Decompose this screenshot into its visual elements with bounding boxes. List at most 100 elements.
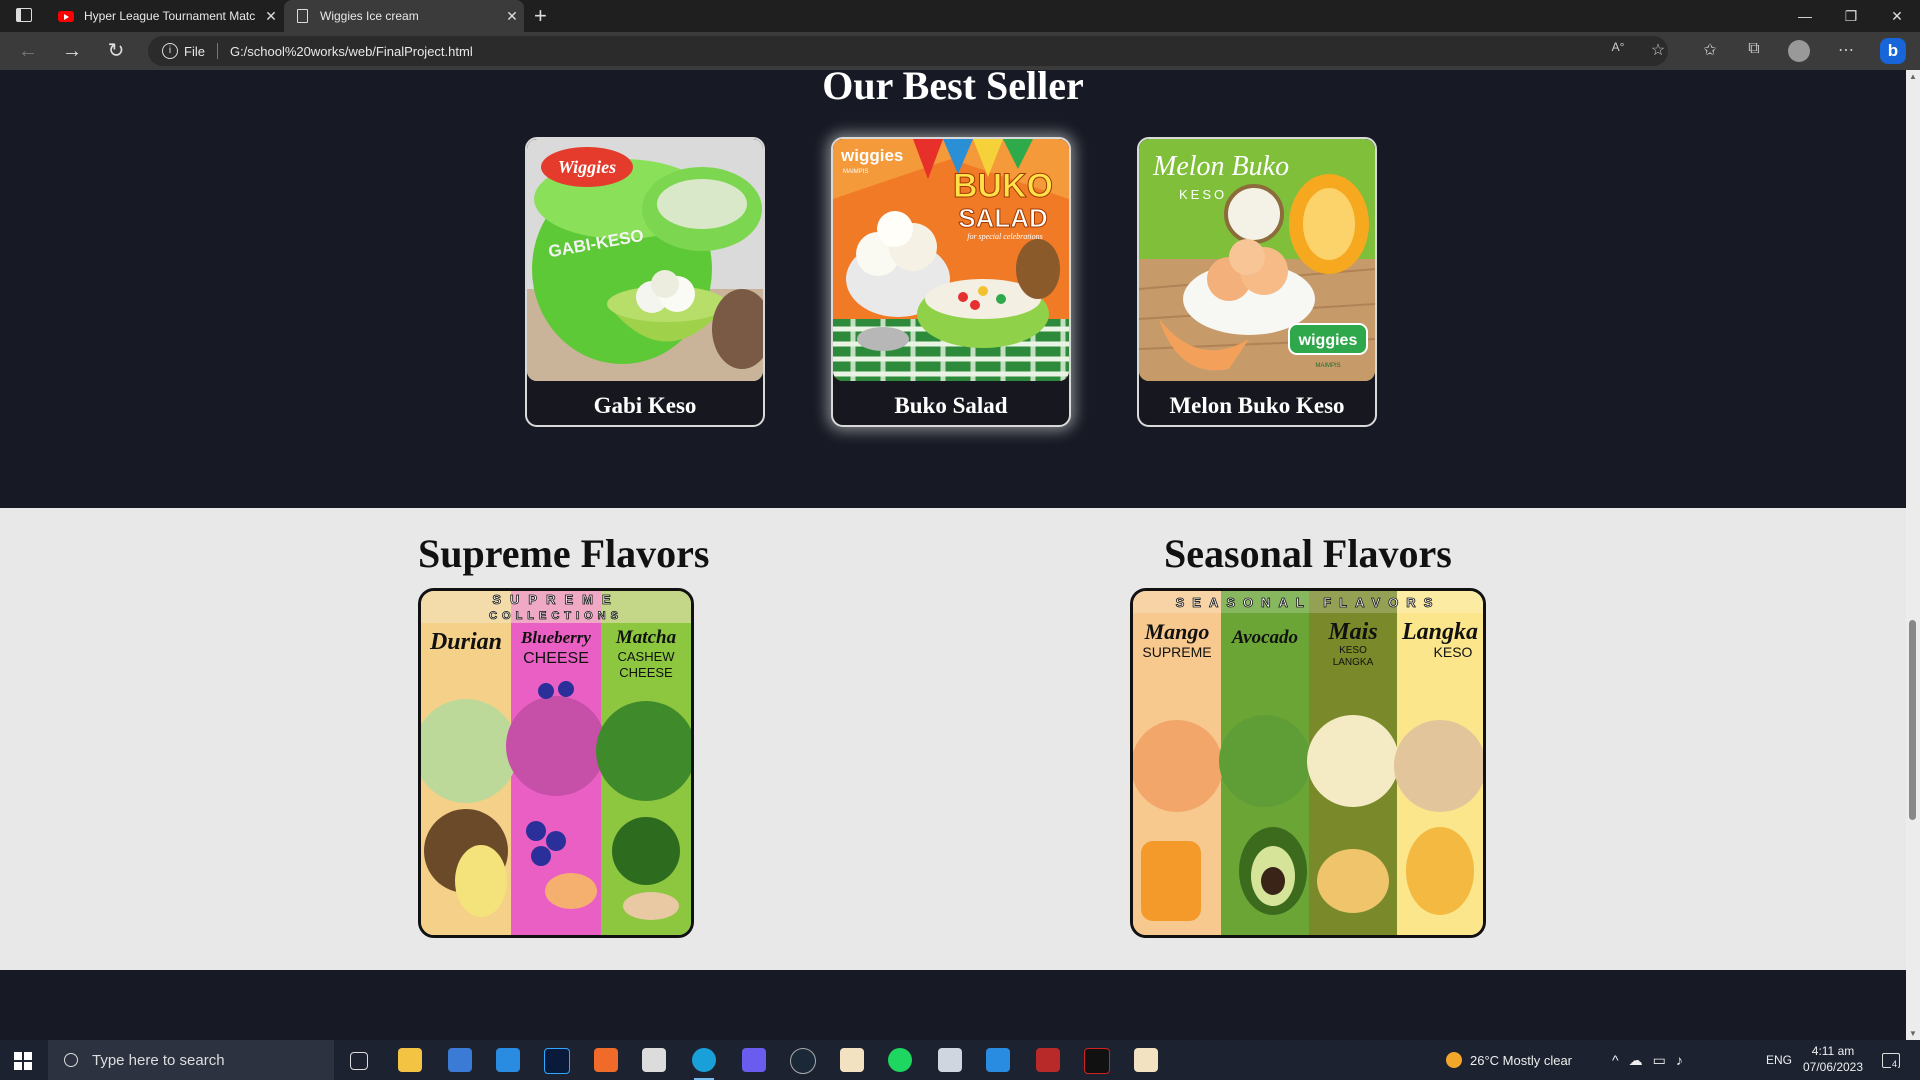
svg-text:for special celebrations: for special celebrations — [967, 232, 1043, 241]
file-explorer-icon[interactable] — [398, 1048, 422, 1072]
weather-icon — [1446, 1052, 1462, 1068]
app-icon[interactable] — [840, 1048, 864, 1072]
favorites-icon[interactable]: ✩ — [1698, 40, 1722, 62]
seasonal-flavors-image[interactable]: SEASONAL FLAVORS Mango SUPREME Avocado M… — [1130, 588, 1486, 938]
flavors-section: Supreme Flavors Seasonal Flavors SUPREME… — [0, 508, 1906, 970]
app-icon[interactable] — [594, 1048, 618, 1072]
svg-text:Avocado: Avocado — [1231, 627, 1298, 648]
scrollbar-thumb[interactable] — [1909, 620, 1916, 820]
svg-text:SUPREME: SUPREME — [492, 592, 619, 607]
buko-salad-image: wiggies MAIMPIS BUKO SALAD for special c… — [833, 139, 1069, 381]
svg-text:COLLECTIONS: COLLECTIONS — [489, 610, 623, 622]
vscode-icon[interactable] — [986, 1048, 1010, 1072]
info-icon[interactable]: i — [162, 43, 178, 59]
svg-text:Durian: Durian — [429, 629, 502, 655]
edge-icon[interactable] — [692, 1048, 716, 1080]
language-indicator[interactable]: ENG — [1766, 1040, 1792, 1080]
svg-text:KESO: KESO — [1179, 187, 1227, 202]
minimize-icon[interactable]: — — [1782, 0, 1828, 32]
gabi-keso-image: Wiggies GABI-KESO — [527, 139, 763, 381]
svg-text:BUKO: BUKO — [953, 167, 1053, 205]
product-name: Gabi Keso — [593, 393, 697, 418]
windows-start-icon[interactable] — [14, 1052, 32, 1070]
app-icon[interactable] — [1084, 1048, 1110, 1074]
supreme-flavors-title: Supreme Flavors — [418, 531, 710, 576]
tab-wiggies[interactable]: Wiggies Ice cream ✕ — [284, 0, 524, 32]
photoshop-icon[interactable] — [544, 1048, 570, 1074]
svg-text:SUPREME: SUPREME — [1142, 644, 1211, 660]
bing-icon[interactable]: b — [1880, 38, 1906, 64]
melon-buko-keso-image: Melon Buko KESO wiggies MAIMPIS — [1139, 139, 1375, 381]
product-name: Melon Buko Keso — [1169, 393, 1345, 418]
youtube-icon — [58, 8, 74, 24]
more-icon[interactable]: ⋯ — [1834, 40, 1858, 62]
profile-icon[interactable] — [1788, 40, 1810, 62]
supreme-flavors-image[interactable]: SUPREME COLLECTIONS Durian Blueberry CHE… — [418, 588, 694, 938]
weather-widget[interactable]: 26°C Mostly clear — [1446, 1040, 1572, 1080]
favorite-star-icon[interactable]: ☆ — [1646, 40, 1670, 62]
seasonal-flavors-title: Seasonal Flavors — [1164, 531, 1452, 576]
read-aloud-icon[interactable]: A° — [1606, 40, 1630, 62]
taskbar-search[interactable]: Type here to search — [48, 1040, 334, 1080]
collections-icon[interactable]: ⧉ — [1742, 40, 1766, 62]
refresh-icon[interactable]: ↻ — [102, 38, 130, 64]
new-tab-icon[interactable]: + — [534, 3, 547, 29]
close-window-icon[interactable]: ✕ — [1874, 0, 1920, 32]
system-tray-icons[interactable]: ^ ☁ ▭ ♪ — [1612, 1040, 1693, 1080]
steam-icon[interactable] — [790, 1048, 816, 1074]
spotify-icon[interactable] — [888, 1048, 912, 1072]
app-icon[interactable] — [938, 1048, 962, 1072]
tab-youtube[interactable]: Hyper League Tournament Matc ✕ — [48, 0, 283, 32]
svg-text:Melon Buko: Melon Buko — [1152, 151, 1289, 182]
svg-text:MAIMPIS: MAIMPIS — [843, 169, 868, 175]
restore-icon[interactable]: ❐ — [1828, 0, 1874, 32]
network-icon[interactable]: ▭ — [1653, 1052, 1676, 1069]
taskbar: Type here to search 26°C Mostly clear ^ … — [0, 1040, 1920, 1080]
close-tab-icon[interactable]: ✕ — [259, 8, 283, 25]
svg-text:KESO: KESO — [1434, 644, 1473, 660]
address-bar[interactable]: i File G:/school%20works/web/FinalProjec… — [148, 36, 1668, 66]
date: 07/06/2023 — [1802, 1060, 1864, 1074]
vertical-scrollbar[interactable]: ▲ ▼ — [1906, 70, 1920, 1040]
url-text[interactable]: G:/school%20works/web/FinalProject.html — [230, 44, 473, 59]
svg-text:Mais: Mais — [1327, 619, 1377, 645]
svg-text:LANGKA: LANGKA — [1333, 657, 1374, 668]
app-icon[interactable] — [642, 1048, 666, 1072]
close-tab-icon[interactable]: ✕ — [500, 8, 524, 25]
tab-actions-icon[interactable] — [16, 8, 32, 22]
svg-text:CHEESE: CHEESE — [619, 665, 673, 680]
product-card-buko-salad[interactable]: wiggies MAIMPIS BUKO SALAD for special c… — [831, 137, 1071, 427]
notifications-icon[interactable]: 4 — [1882, 1040, 1900, 1080]
svg-text:wiggies: wiggies — [840, 146, 903, 165]
forward-icon[interactable]: → — [58, 38, 86, 64]
app-icon[interactable] — [1134, 1048, 1158, 1072]
cloud-icon[interactable]: ☁ — [1629, 1052, 1653, 1069]
chevron-up-icon[interactable]: ^ — [1612, 1052, 1629, 1068]
svg-text:Wiggies: Wiggies — [558, 157, 616, 177]
app-icon[interactable] — [742, 1048, 766, 1072]
scheme-label: File — [184, 43, 205, 59]
page-icon — [294, 8, 310, 24]
product-card-melon-buko-keso[interactable]: Melon Buko KESO wiggies MAIMPIS Melon Bu… — [1137, 137, 1377, 427]
back-icon[interactable]: ← — [14, 38, 42, 64]
svg-text:Matcha: Matcha — [615, 627, 677, 648]
svg-text:Mango: Mango — [1144, 619, 1210, 644]
store-icon[interactable] — [448, 1048, 472, 1072]
task-view-icon[interactable] — [350, 1052, 368, 1070]
notification-count: 4 — [1891, 1058, 1899, 1069]
search-icon — [64, 1053, 78, 1067]
scroll-up-icon[interactable]: ▲ — [1909, 72, 1917, 81]
svg-text:Langka: Langka — [1401, 619, 1478, 645]
svg-text:wiggies: wiggies — [1298, 332, 1358, 349]
clock[interactable]: 4:11 am 07/06/2023 — [1796, 1043, 1870, 1075]
volume-icon[interactable]: ♪ — [1676, 1052, 1693, 1068]
time: 4:11 am — [1811, 1044, 1855, 1058]
app-icon[interactable] — [1036, 1048, 1060, 1072]
svg-text:MAIMPIS: MAIMPIS — [1315, 363, 1340, 369]
scroll-down-icon[interactable]: ▼ — [1909, 1029, 1917, 1038]
product-card-gabi-keso[interactable]: Wiggies GABI-KESO Gabi Keso — [525, 137, 765, 427]
mail-icon[interactable] — [496, 1048, 520, 1072]
svg-text:CASHEW: CASHEW — [617, 649, 675, 664]
svg-text:CHEESE: CHEESE — [523, 650, 589, 667]
svg-text:Blueberry: Blueberry — [520, 628, 591, 647]
